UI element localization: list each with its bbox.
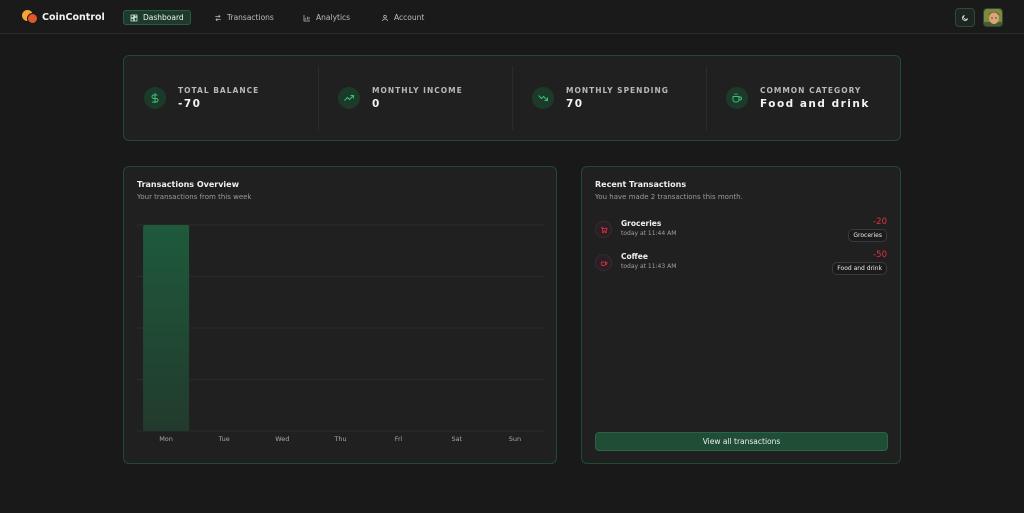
dollar-icon <box>144 87 166 109</box>
avatar-image <box>984 9 1003 27</box>
x-tick-label: Sun <box>509 435 521 443</box>
x-tick-label: Wed <box>275 435 289 443</box>
transaction-amount: -50 <box>873 250 887 260</box>
stat-value: 0 <box>372 98 463 110</box>
stat-common-category: COMMON CATEGORY Food and drink <box>706 56 900 140</box>
brand[interactable]: CoinControl <box>22 9 105 25</box>
x-tick-label: Thu <box>333 435 346 443</box>
bar-mon[interactable] <box>143 225 189 431</box>
trending-down-icon <box>532 87 554 109</box>
nav-account-label: Account <box>394 13 424 22</box>
recent-transactions-card: Recent Transactions You have made 2 tran… <box>581 166 901 464</box>
theme-toggle-button[interactable] <box>955 8 975 27</box>
weekly-bar-chart: Mon Tue Wed Thu Fri Sat Sun <box>124 167 558 465</box>
top-nav: CoinControl Dashboard Transactions Analy… <box>0 0 1024 34</box>
transaction-name: Coffee <box>621 252 648 261</box>
card-subtitle: You have made 2 transactions this month. <box>595 193 743 201</box>
transaction-item[interactable]: Groceries today at 11:44 AM -20 Grocerie… <box>595 217 887 247</box>
x-tick-label: Sat <box>451 435 462 443</box>
nav-account[interactable]: Account <box>375 10 430 25</box>
coffee-icon <box>726 87 748 109</box>
moon-icon <box>961 14 969 22</box>
stat-total-balance: TOTAL BALANCE -70 <box>124 56 318 140</box>
stat-label: MONTHLY SPENDING <box>566 86 669 95</box>
view-all-transactions-button[interactable]: View all transactions <box>595 432 888 451</box>
nav-analytics-label: Analytics <box>316 13 350 22</box>
transaction-item[interactable]: Coffee today at 11:43 AM -50 Food and dr… <box>595 250 887 280</box>
transactions-overview-card: Transactions Overview Your transactions … <box>123 166 557 464</box>
stat-label: COMMON CATEGORY <box>760 86 870 95</box>
transfer-icon <box>214 14 222 22</box>
stat-value: 70 <box>566 98 669 110</box>
x-tick-label: Mon <box>159 435 173 443</box>
stat-label: TOTAL BALANCE <box>178 86 259 95</box>
transaction-name: Groceries <box>621 219 661 228</box>
stat-monthly-spending: MONTHLY SPENDING 70 <box>512 56 706 140</box>
stat-monthly-income: MONTHLY INCOME 0 <box>318 56 512 140</box>
nav-dashboard[interactable]: Dashboard <box>123 10 191 25</box>
bar-chart-icon <box>303 14 311 22</box>
cart-icon <box>595 221 612 238</box>
transaction-time: today at 11:44 AM <box>621 230 676 237</box>
nav-analytics[interactable]: Analytics <box>297 10 356 25</box>
card-title: Recent Transactions <box>595 180 686 189</box>
transaction-amount: -20 <box>873 217 887 227</box>
brand-name: CoinControl <box>42 12 105 23</box>
stats-panel: TOTAL BALANCE -70 MONTHLY INCOME 0 MONTH… <box>123 55 901 141</box>
stat-value: Food and drink <box>760 98 870 110</box>
category-badge: Groceries <box>848 229 887 242</box>
trending-up-icon <box>338 87 360 109</box>
user-icon <box>381 14 389 22</box>
nav-transactions-label: Transactions <box>227 13 274 22</box>
x-tick-label: Tue <box>218 435 230 443</box>
category-badge: Food and drink <box>832 262 887 275</box>
stat-label: MONTHLY INCOME <box>372 86 463 95</box>
transaction-time: today at 11:43 AM <box>621 263 676 270</box>
coins-logo-icon <box>22 9 38 25</box>
avatar[interactable] <box>983 8 1003 27</box>
nav-transactions[interactable]: Transactions <box>208 10 280 25</box>
coffee-icon <box>595 254 612 271</box>
stat-value: -70 <box>178 98 259 110</box>
dashboard-icon <box>130 14 138 22</box>
nav-dashboard-label: Dashboard <box>143 13 184 22</box>
x-tick-label: Fri <box>395 435 403 443</box>
